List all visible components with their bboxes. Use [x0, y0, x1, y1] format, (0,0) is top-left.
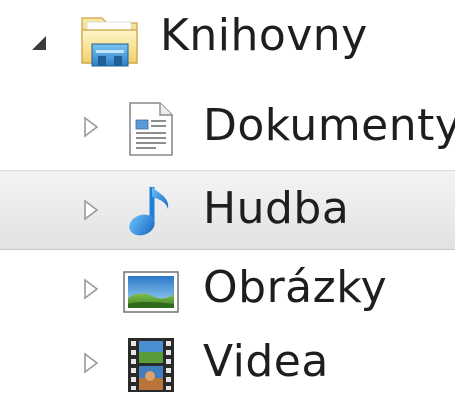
navigation-tree: Knihovny Dokumenty Hudba Obrázky Videa	[0, 0, 455, 401]
film-strip-icon	[122, 336, 180, 394]
tree-item-label: Videa	[203, 336, 329, 387]
music-note-icon	[122, 183, 180, 241]
collapsed-arrow-icon[interactable]	[80, 114, 102, 140]
tree-item-label: Dokumenty	[203, 100, 455, 151]
tree-item-pictures[interactable]: Obrázky	[0, 250, 455, 328]
collapsed-arrow-icon[interactable]	[80, 276, 102, 302]
documents-icon	[122, 100, 180, 158]
libraries-folder-icon	[78, 8, 142, 72]
tree-item-libraries[interactable]: Knihovny	[0, 0, 455, 80]
tree-item-videos[interactable]: Videa	[0, 328, 455, 401]
collapsed-arrow-icon[interactable]	[80, 350, 102, 376]
collapsed-arrow-icon[interactable]	[80, 197, 102, 223]
tree-item-label: Obrázky	[203, 262, 388, 313]
tree-item-label: Hudba	[203, 183, 350, 234]
tree-item-music[interactable]: Hudba	[0, 170, 455, 250]
tree-item-label: Knihovny	[160, 10, 368, 61]
expanded-arrow-icon[interactable]	[28, 30, 50, 56]
pictures-icon	[122, 262, 180, 320]
tree-item-documents[interactable]: Dokumenty	[0, 84, 455, 170]
